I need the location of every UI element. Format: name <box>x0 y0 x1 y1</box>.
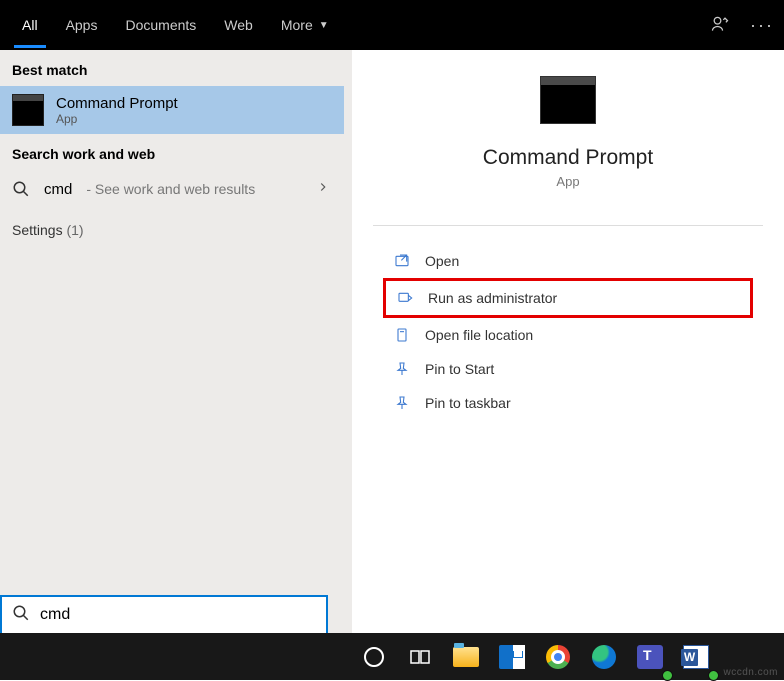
tab-all[interactable]: All <box>8 0 52 50</box>
action-label: Open <box>425 253 459 269</box>
options-icon[interactable]: ··· <box>750 15 774 36</box>
settings-count: (1) <box>66 222 83 238</box>
settings-label: Settings <box>12 222 63 238</box>
best-match-header: Best match <box>0 50 344 86</box>
folder-icon <box>393 326 411 344</box>
main-content: Best match Command Prompt App Search wor… <box>0 50 784 635</box>
search-web-header: Search work and web <box>0 134 344 170</box>
pin-icon <box>393 360 411 378</box>
taskbar-cortana[interactable] <box>354 636 394 678</box>
tab-label: More <box>281 17 313 33</box>
web-search-result[interactable]: cmd - See work and web results <box>0 170 344 208</box>
word-icon <box>683 645 709 669</box>
preview-title: Command Prompt <box>483 146 653 170</box>
result-name: Command Prompt <box>56 95 178 112</box>
result-text: Command Prompt App <box>56 95 178 126</box>
tab-label: All <box>22 17 38 33</box>
chrome-icon <box>546 645 570 669</box>
tab-label: Web <box>224 17 253 33</box>
action-run-as-administrator[interactable]: Run as administrator <box>383 278 753 318</box>
tabs-right-controls: ··· <box>710 14 774 37</box>
task-view-icon <box>408 645 432 669</box>
tab-apps[interactable]: Apps <box>52 0 112 50</box>
action-label: Pin to taskbar <box>425 395 511 411</box>
action-open-file-location[interactable]: Open file location <box>383 318 753 352</box>
web-hint: - See work and web results <box>86 181 255 197</box>
taskbar-edge[interactable] <box>584 636 624 678</box>
taskbar-teams[interactable] <box>630 636 670 678</box>
web-query: cmd <box>44 181 72 198</box>
taskbar-task-view[interactable] <box>400 636 440 678</box>
shield-icon <box>396 289 414 307</box>
edge-icon <box>592 645 616 669</box>
taskbar-word[interactable] <box>676 636 716 678</box>
pin-icon <box>393 394 411 412</box>
preview-app-icon <box>540 76 596 124</box>
action-label: Run as administrator <box>428 290 557 306</box>
tab-more[interactable]: More ▼ <box>267 0 343 50</box>
tab-label: Apps <box>66 17 98 33</box>
status-badge <box>708 670 719 681</box>
watermark: wccdn.com <box>723 667 778 678</box>
action-label: Open file location <box>425 327 533 343</box>
status-badge <box>662 670 673 681</box>
cortana-icon <box>364 647 384 667</box>
tab-web[interactable]: Web <box>210 0 267 50</box>
divider <box>373 225 763 226</box>
action-open[interactable]: Open <box>383 244 753 278</box>
tab-label: Documents <box>125 17 196 33</box>
taskbar-file-explorer[interactable] <box>446 636 486 678</box>
folder-icon <box>453 647 479 667</box>
result-command-prompt[interactable]: Command Prompt App <box>0 86 344 134</box>
teams-icon <box>637 645 663 669</box>
preview-panel: Command Prompt App Open Run as administr… <box>344 50 784 635</box>
feedback-icon[interactable] <box>710 14 730 37</box>
command-prompt-icon <box>12 94 44 126</box>
action-pin-to-taskbar[interactable]: Pin to taskbar <box>383 386 753 420</box>
open-icon <box>393 252 411 270</box>
search-input[interactable] <box>40 606 316 624</box>
chevron-down-icon: ▼ <box>319 20 329 31</box>
taskbar-chrome[interactable] <box>538 636 578 678</box>
results-panel: Best match Command Prompt App Search wor… <box>0 50 344 635</box>
actions-list: Open Run as administrator Open file loca… <box>383 244 753 420</box>
outlook-icon <box>499 645 525 669</box>
action-label: Pin to Start <box>425 361 494 377</box>
search-icon <box>12 180 30 198</box>
search-icon <box>12 604 30 627</box>
preview-type: App <box>556 174 579 189</box>
search-tabs-bar: All Apps Documents Web More ▼ ··· <box>0 0 784 50</box>
taskbar-outlook[interactable] <box>492 636 532 678</box>
search-box[interactable] <box>0 595 328 635</box>
result-type: App <box>56 112 178 126</box>
action-pin-to-start[interactable]: Pin to Start <box>383 352 753 386</box>
taskbar: wccdn.com <box>0 633 784 680</box>
settings-header[interactable]: Settings (1) <box>0 208 344 252</box>
tab-documents[interactable]: Documents <box>111 0 210 50</box>
chevron-right-icon <box>316 180 330 199</box>
